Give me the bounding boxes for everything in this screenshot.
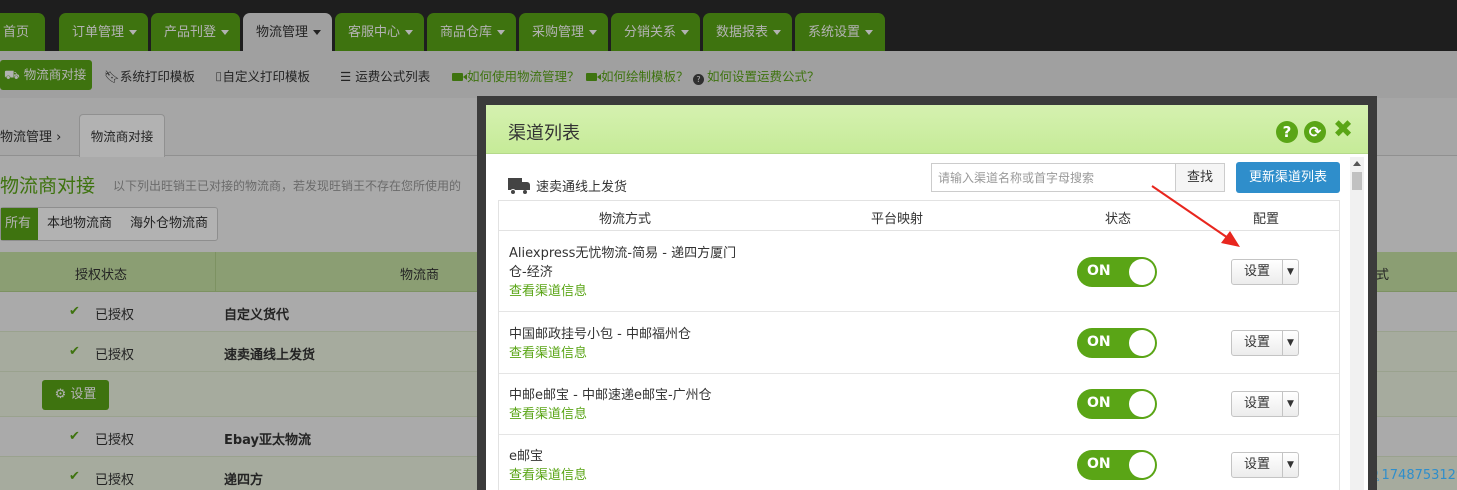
channel-row: Aliexpress无忧物流-简易 - 递四方厦门仓-经济查看渠道信息 ON 设… — [499, 232, 1339, 312]
caret-down-icon[interactable]: ▼ — [1283, 453, 1298, 477]
config-split-button[interactable]: 设置 ▼ — [1231, 330, 1299, 356]
find-button[interactable]: 查找 — [1175, 163, 1225, 192]
modal-body: 渠道列表 ? ⟳ ✖ 速卖通线上发货 查找 更新渠道列表 物流方式 平台映射 状态 … — [486, 105, 1368, 490]
channel-name: 中邮e邮宝 - 中邮速递e邮宝-广州仓 — [509, 388, 712, 403]
contact-phone-number: 1748753129 — [1381, 468, 1457, 483]
toggle-knob — [1129, 452, 1155, 478]
modal-title: 渠道列表 — [508, 123, 580, 144]
contact-phone: 👤︎1748753129 — [1365, 468, 1457, 483]
toggle-knob — [1129, 259, 1155, 285]
header-config: 配置 — [1253, 212, 1280, 227]
toggle-label: ON — [1087, 456, 1111, 472]
config-button-label[interactable]: 设置 — [1232, 260, 1283, 284]
status-toggle[interactable]: ON — [1077, 389, 1157, 419]
config-button-label[interactable]: 设置 — [1232, 331, 1283, 355]
channel-name: Aliexpress无忧物流-简易 - 递四方厦门仓-经济 — [509, 246, 737, 280]
channel-info-link[interactable]: 查看渠道信息 — [509, 344, 745, 363]
config-split-button[interactable]: 设置 ▼ — [1231, 391, 1299, 417]
modal-header: 渠道列表 ? ⟳ ✖ — [486, 105, 1368, 154]
modal-header-icons: ? ⟳ ✖ — [1270, 117, 1354, 143]
refresh-icon[interactable]: ⟳ — [1304, 121, 1326, 143]
status-toggle[interactable]: ON — [1077, 257, 1157, 287]
toggle-knob — [1129, 330, 1155, 356]
config-split-button[interactable]: 设置 ▼ — [1231, 452, 1299, 478]
toggle-label: ON — [1087, 395, 1111, 411]
modal-scrollbar[interactable] — [1350, 157, 1364, 490]
channel-info-link[interactable]: 查看渠道信息 — [509, 405, 745, 424]
toggle-label: ON — [1087, 263, 1111, 279]
toggle-knob — [1129, 391, 1155, 417]
channel-name: 中国邮政挂号小包 - 中邮福州仓 — [509, 327, 691, 342]
toggle-label: ON — [1087, 334, 1111, 350]
channel-name-cell: 中国邮政挂号小包 - 中邮福州仓查看渠道信息 — [509, 325, 745, 363]
channel-row: 中邮e邮宝 - 中邮速递e邮宝-广州仓查看渠道信息 ON 设置 ▼ — [499, 374, 1339, 435]
channel-name-cell: e邮宝查看渠道信息 — [509, 447, 745, 485]
status-toggle[interactable]: ON — [1077, 328, 1157, 358]
header-status: 状态 — [1105, 212, 1132, 227]
config-button-label[interactable]: 设置 — [1232, 453, 1283, 477]
config-split-button[interactable]: 设置 ▼ — [1231, 259, 1299, 285]
close-icon[interactable]: ✖ — [1332, 117, 1354, 141]
header-mapping: 平台映射 — [871, 212, 924, 227]
provider-label: 速卖通线上发货 — [508, 176, 627, 195]
header-method: 物流方式 — [599, 212, 652, 227]
config-button-label[interactable]: 设置 — [1232, 392, 1283, 416]
channel-name-cell: 中邮e邮宝 - 中邮速递e邮宝-广州仓查看渠道信息 — [509, 386, 745, 424]
status-toggle[interactable]: ON — [1077, 450, 1157, 480]
caret-down-icon[interactable]: ▼ — [1283, 331, 1298, 355]
caret-down-icon[interactable]: ▼ — [1283, 260, 1298, 284]
channel-name-cell: Aliexpress无忧物流-简易 - 递四方厦门仓-经济查看渠道信息 — [509, 244, 745, 301]
channel-name: e邮宝 — [509, 449, 543, 464]
channel-info-link[interactable]: 查看渠道信息 — [509, 282, 745, 301]
channel-row: 中国邮政挂号小包 - 中邮福州仓查看渠道信息 ON 设置 ▼ — [499, 313, 1339, 374]
channel-table-header: 物流方式 平台映射 状态 配置 — [499, 201, 1339, 231]
channel-list-modal: 渠道列表 ? ⟳ ✖ 速卖通线上发货 查找 更新渠道列表 物流方式 平台映射 状态 … — [477, 96, 1377, 490]
channel-info-link[interactable]: 查看渠道信息 — [509, 466, 745, 485]
channel-row: e邮宝查看渠道信息 ON 设置 ▼ — [499, 435, 1339, 490]
caret-down-icon[interactable]: ▼ — [1283, 392, 1298, 416]
help-icon[interactable]: ? — [1276, 121, 1298, 143]
channel-search-input[interactable] — [931, 163, 1175, 192]
truck-icon — [508, 178, 531, 195]
update-channel-list-button[interactable]: 更新渠道列表 — [1236, 162, 1340, 193]
provider-name: 速卖通线上发货 — [536, 180, 628, 195]
scroll-up-icon[interactable] — [1353, 161, 1361, 166]
channel-table: 物流方式 平台映射 状态 配置 Aliexpress无忧物流-简易 - 递四方厦… — [498, 200, 1340, 490]
scroll-thumb[interactable] — [1352, 172, 1362, 190]
